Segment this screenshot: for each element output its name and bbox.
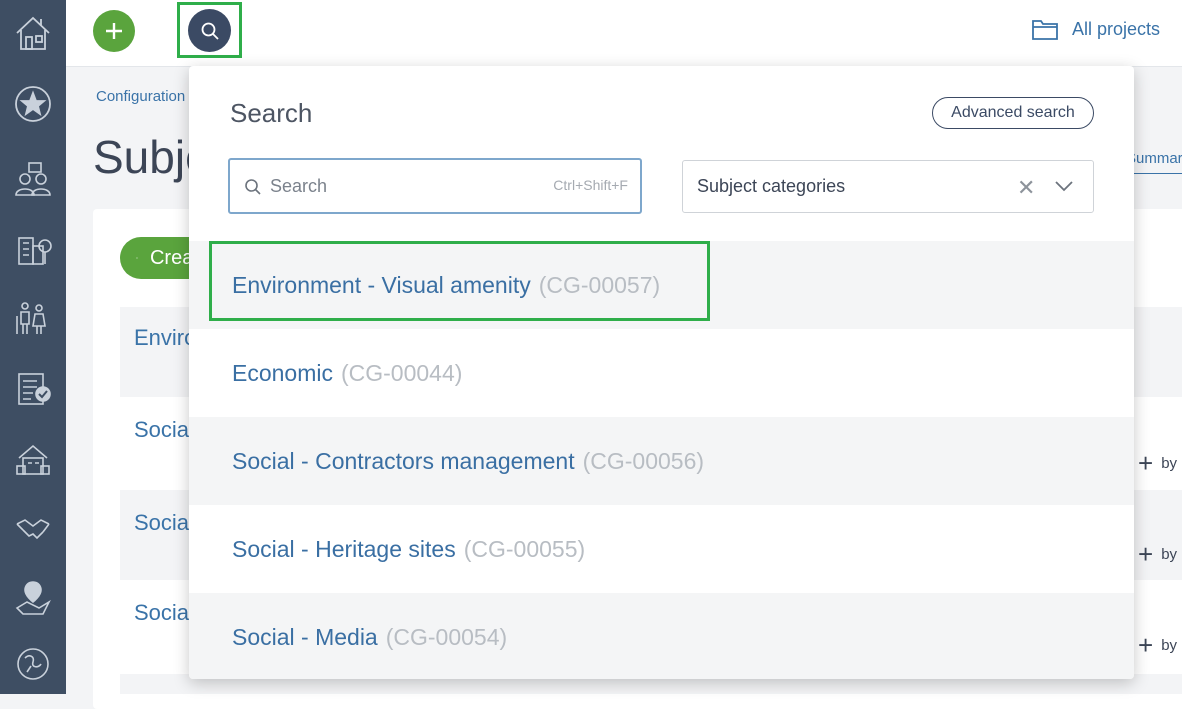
add-by-button[interactable]: + by: [1138, 448, 1177, 479]
sidebar-item-favorites[interactable]: [0, 74, 66, 134]
result-code: (CG-00054): [385, 623, 508, 650]
sidebar-item-property[interactable]: [0, 428, 66, 488]
star-icon: [15, 86, 51, 122]
plus-icon: +: [1138, 448, 1154, 478]
plus-icon: +: [1138, 539, 1154, 569]
by-label: by: [1161, 637, 1178, 654]
add-by-button[interactable]: + by: [1138, 630, 1177, 661]
sidebar-item-agreements[interactable]: [0, 498, 66, 558]
sidebar-item-environment[interactable]: [0, 634, 66, 694]
by-label: by: [1161, 455, 1178, 472]
plus-icon: [106, 23, 122, 39]
close-icon[interactable]: ✕: [1017, 175, 1035, 201]
breadcrumb[interactable]: Configuration: [96, 88, 185, 105]
search-field[interactable]: Ctrl+Shift+F: [228, 158, 642, 214]
search-input[interactable]: [270, 172, 530, 200]
result-name: Economic: [232, 359, 333, 386]
chevron-down-icon[interactable]: [1053, 175, 1075, 197]
community-icon: [16, 302, 46, 334]
search-icon: [245, 179, 261, 195]
result-code: (CG-00056): [582, 447, 705, 474]
search-button[interactable]: [188, 9, 231, 52]
result-name: Social - Heritage sites: [232, 535, 456, 562]
sidebar-item-community[interactable]: [0, 288, 66, 348]
tab-summary-label: Summary: [1126, 150, 1182, 167]
category-filter-select[interactable]: Subject categories ✕: [682, 160, 1094, 213]
result-code: (CG-00044): [340, 359, 463, 386]
sidebar-item-organisations[interactable]: [0, 218, 66, 278]
result-name: Social - Contractors management: [232, 447, 575, 474]
plus-icon: [136, 257, 138, 259]
search-icon: [201, 22, 219, 40]
map-pin-icon: [15, 581, 51, 615]
folder-icon: [1032, 20, 1058, 40]
checklist-icon: [18, 373, 51, 405]
category-filter-value: Subject categories: [697, 176, 846, 196]
result-name: Social - Media: [232, 623, 378, 650]
stakeholders-icon: [15, 162, 51, 196]
result-highlight-frame: [209, 241, 710, 321]
home-button[interactable]: [0, 0, 66, 66]
result-code: (CG-00055): [463, 535, 586, 562]
search-result-item[interactable]: Economic (CG-00044): [189, 329, 1134, 417]
sidebar-item-maps[interactable]: [0, 568, 66, 628]
handshake-icon: [16, 519, 50, 540]
sidebar-item-tasks[interactable]: [0, 358, 66, 418]
search-panel-title: Search: [230, 98, 313, 128]
plus-icon: +: [1138, 630, 1154, 660]
sidebar: [0, 0, 66, 694]
by-label: by: [1161, 546, 1178, 563]
search-result-item[interactable]: Social - Media (CG-00054): [189, 593, 1134, 679]
property-icon: [16, 444, 50, 475]
shortcut-hint: Ctrl+Shift+F: [553, 177, 628, 193]
buildings-icon: [18, 237, 52, 265]
advanced-search-button[interactable]: Advanced search: [932, 97, 1094, 129]
add-button[interactable]: [93, 10, 135, 52]
search-panel: Search Advanced search Ctrl+Shift+F Subj…: [189, 66, 1134, 679]
all-projects-link[interactable]: All projects: [1032, 18, 1160, 40]
house-icon: [16, 16, 50, 50]
environment-icon: [17, 648, 49, 680]
all-projects-label: All projects: [1072, 18, 1161, 39]
search-result-item[interactable]: Social - Contractors management (CG-0005…: [189, 417, 1134, 505]
search-result-item[interactable]: Social - Heritage sites (CG-00055): [189, 505, 1134, 593]
sidebar-item-stakeholders[interactable]: [0, 149, 66, 209]
add-by-button[interactable]: + by: [1138, 539, 1177, 570]
